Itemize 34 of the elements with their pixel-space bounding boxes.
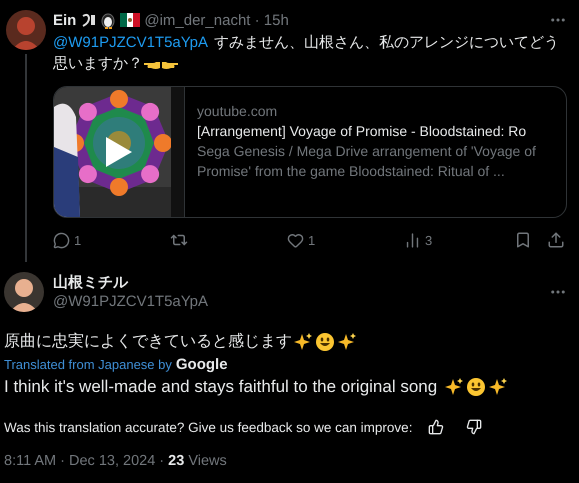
heart-icon bbox=[287, 232, 304, 248]
sparkles-icon bbox=[293, 332, 313, 352]
bookmark-icon bbox=[514, 231, 532, 249]
reply-button[interactable]: 1 bbox=[53, 232, 170, 248]
author-name[interactable]: 山根ミチル bbox=[53, 273, 208, 292]
mention-link[interactable]: @W91PJZCV1T5aYpA bbox=[53, 34, 208, 51]
penguin-icon bbox=[100, 11, 116, 29]
handle-and-time: @im_der_nacht · 15h bbox=[144, 12, 289, 28]
sparkles-icon bbox=[337, 332, 357, 352]
smiley-icon bbox=[315, 332, 335, 352]
views-button[interactable]: 3 bbox=[404, 232, 464, 248]
translation-label[interactable]: Translated from Japanese by bbox=[4, 357, 172, 372]
translated-text: I think it's well-made and stays faithful to the original song bbox=[4, 376, 438, 398]
tweet-text: @W91PJZCV1T5aYpA すみません、山根さん、私のアレンジについてどう思いますか？ bbox=[53, 33, 560, 74]
flag-icon bbox=[120, 13, 140, 27]
card-domain: youtube.com bbox=[197, 102, 278, 121]
author-handle[interactable]: @W91PJZCV1T5aYpA bbox=[53, 292, 208, 311]
link-card[interactable]: youtube.com [Arrangement] Voyage of Promise - Bloodstained: Ro Sega Genesis / Mega Drive arrangement of 'Voyage of Promise' from the game Bloodstained: Ritual of ... bbox=[53, 86, 567, 218]
share-icon bbox=[547, 231, 565, 249]
smiley-icon bbox=[466, 377, 486, 397]
card-description: Sega Genesis / Mega Drive arrangement of 'Voyage of Promise' from the game Bloodstained: Ritual of ... bbox=[197, 142, 537, 181]
avatar[interactable] bbox=[4, 272, 44, 312]
sparkles-icon bbox=[444, 377, 464, 397]
like-button[interactable]: 1 bbox=[287, 232, 404, 248]
reply-icon bbox=[53, 232, 70, 248]
card-title: [Arrangement] Voyage of Promise - Bloodstained: Ro bbox=[197, 122, 526, 141]
feedback-prompt: Was this translation accurate? Give us feedback so we can improve: bbox=[4, 420, 412, 434]
translation-provider: Google bbox=[176, 356, 228, 373]
views-icon bbox=[404, 232, 421, 248]
play-icon[interactable] bbox=[106, 137, 132, 167]
tweet-text: 原曲に忠実によくできていると感じます bbox=[4, 332, 292, 352]
author-name[interactable]: Ein bbox=[53, 12, 76, 28]
sparkles-icon bbox=[488, 377, 508, 397]
timestamp: 8:11 AM · Dec 13, 2024 · 23 Views bbox=[4, 453, 228, 469]
